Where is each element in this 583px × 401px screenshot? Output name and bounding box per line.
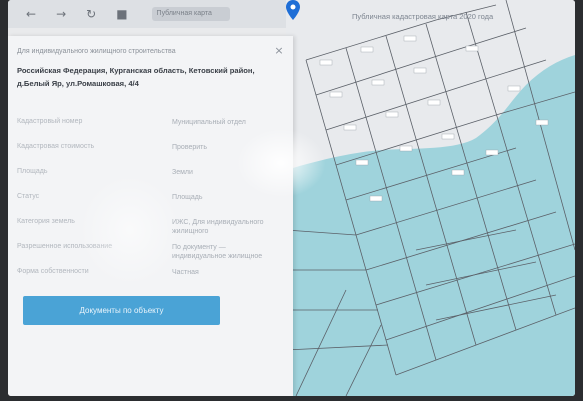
panel-address: Российская Федерация, Курганская область…: [17, 66, 255, 88]
property-value: Площадь: [172, 194, 203, 201]
url-bar[interactable]: Публичная карта: [151, 7, 230, 21]
property-key: Разрешенное использование: [17, 243, 113, 250]
back-arrow-icon[interactable]: ←: [26, 7, 36, 21]
property-key: Статус: [17, 193, 40, 200]
property-row: Разрешенное использование По документу —…: [17, 239, 279, 264]
cadastral-map[interactable]: Публичная кадастровая карта 2020 года: [286, 0, 575, 396]
property-list: Кадастровый номер Муниципальный отдел Ка…: [17, 114, 279, 289]
map-canvas[interactable]: [286, 0, 575, 396]
property-value: По документу — индивидуальное жилищное: [172, 244, 263, 260]
property-key: Кадастровый номер: [17, 118, 83, 125]
reload-icon[interactable]: ↻: [86, 7, 96, 21]
property-value: Частная: [172, 269, 199, 276]
screen: ← → ↻ ■ Публичная карта Публичная кадаст…: [8, 0, 575, 396]
documents-button[interactable]: Документы по объекту: [23, 296, 220, 325]
property-value: Муниципальный отдел: [172, 119, 246, 126]
property-value: Земли: [172, 169, 193, 176]
property-value: ИЖС, Для индивидуального жилищного: [172, 219, 264, 235]
close-icon[interactable]: ×: [272, 44, 286, 58]
property-key: Форма собственности: [17, 268, 89, 275]
forward-arrow-icon[interactable]: →: [56, 7, 66, 21]
property-row: Кадастровый номер Муниципальный отдел: [17, 114, 279, 139]
lock-icon: ■: [116, 7, 128, 21]
water-area: [286, 55, 575, 396]
property-row: Форма собственности Частная: [17, 264, 279, 289]
property-row: Площадь Земли: [17, 164, 279, 189]
panel-subtitle: Для индивидуального жилищного строительс…: [17, 48, 176, 55]
property-key: Кадастровая стоимость: [17, 143, 95, 150]
property-key: Площадь: [17, 168, 48, 175]
location-pin-icon[interactable]: [286, 0, 300, 20]
property-row: Кадастровая стоимость Проверить: [17, 139, 279, 164]
property-row: Категория земель ИЖС, Для индивидуальног…: [17, 214, 279, 239]
map-title: Публичная кадастровая карта 2020 года: [352, 12, 494, 21]
object-info-panel: × Для индивидуального жилищного строител…: [8, 36, 293, 396]
property-key: Категория земель: [17, 218, 75, 225]
property-row: Статус Площадь: [17, 189, 279, 214]
property-value[interactable]: Проверить: [172, 143, 272, 152]
